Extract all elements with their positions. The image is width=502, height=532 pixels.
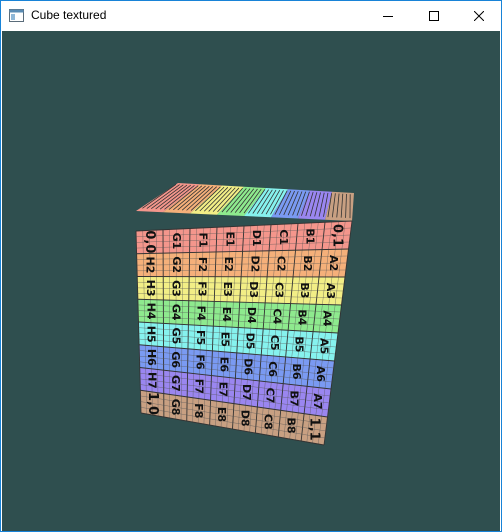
cube-cell-label: D2 (249, 256, 262, 273)
cube-cell-label: C6 (266, 361, 279, 377)
cube-cell-label: B6 (290, 363, 303, 379)
cube-cell-label: D7 (240, 384, 253, 401)
textured-cube[interactable]: 0,0 G1 F1 E1 D1 C1 B1 0,1 H2 G2 F2 E2 D2 C2 B2 A2 H3 G3 F3… (2, 31, 500, 531)
cube-cell-label: H2 (144, 257, 157, 274)
cube-cell-label: C3 (273, 282, 286, 298)
cube-cell-label: D4 (245, 307, 258, 324)
cube-cell-label: D1 (250, 230, 263, 247)
cube-cell-label: H7 (145, 372, 158, 389)
cube-cell-label: E2 (222, 257, 235, 272)
cube-cell-label: C7 (264, 388, 277, 404)
title-bar[interactable]: Cube textured (1, 1, 501, 31)
cube-cell-label: B8 (285, 417, 298, 433)
cube-cell-label: D8 (238, 410, 251, 427)
cube-cell-label: B7 (287, 390, 300, 406)
cube-cell-label: E4 (220, 307, 233, 323)
front-face-grid-line (137, 276, 346, 278)
cube-cell-label: H5 (145, 326, 158, 343)
cube-cell-label: E7 (216, 382, 229, 397)
cube-cell-label: G1 (170, 233, 183, 250)
cube-cell-label: B5 (293, 336, 306, 352)
render-viewport[interactable]: 0,0 G1 F1 E1 D1 C1 B1 0,1 H2 G2 F2 E2 D2 C2 B2 A2 H3 G3 F3… (2, 31, 500, 531)
cube-cell-label: G7 (169, 375, 182, 392)
window-title: Cube textured (31, 8, 107, 22)
cube-cell-label: D3 (247, 281, 260, 298)
cube-cell-label: A6 (314, 366, 327, 383)
cube-cell-label: 1,1 (307, 418, 322, 441)
cube-cell-label: D5 (243, 333, 256, 350)
cube-cell-label: 1,0 (145, 392, 160, 415)
cube-cell-label: 0,1 (329, 224, 344, 247)
cube-cell-label: G3 (170, 280, 183, 297)
cube-cell-label: 0,0 (142, 230, 157, 253)
cube-cell-label: A2 (327, 255, 340, 271)
cube-cell-label: F2 (196, 257, 209, 272)
cube-cell-label: C4 (270, 309, 283, 325)
cube-cell-label: H6 (145, 349, 158, 366)
cube-cell-label: F8 (192, 403, 205, 418)
cube-cell-label: G8 (169, 399, 182, 416)
cube-cell-label: A7 (311, 393, 324, 409)
cube-cell-label: A4 (321, 310, 334, 327)
cube-cell-label: A5 (317, 338, 330, 354)
cube-cell-label: C5 (268, 335, 281, 351)
cube-cell-label: E6 (218, 357, 231, 373)
app-window-icon (9, 9, 24, 22)
cube-cell-label: E3 (221, 282, 234, 297)
cube-cell-label: F1 (197, 233, 210, 248)
cube-cell-label: F6 (193, 354, 206, 370)
cube-cell-label: G5 (169, 328, 182, 345)
cube-cell-label: E8 (215, 407, 228, 422)
cube-cell-label: C2 (275, 256, 288, 272)
close-icon (474, 11, 484, 21)
cube-cell-label: H3 (144, 280, 157, 297)
cube-cell-label: B3 (298, 282, 311, 298)
cube-cell-label: A3 (324, 283, 337, 299)
cube-cell-label: E5 (219, 332, 232, 347)
cube-cell-label: F4 (195, 306, 208, 322)
cube-cell-label: F5 (194, 330, 207, 345)
cube-cell-label: B1 (304, 228, 317, 244)
cube-cell-label: F3 (195, 281, 208, 296)
minimize-icon (383, 16, 393, 17)
cube-cell-label: C1 (277, 229, 290, 245)
cube-cell-label: B2 (301, 255, 314, 271)
close-button[interactable] (456, 1, 502, 31)
cube-cell-label: H4 (144, 303, 157, 320)
minimize-button[interactable] (365, 1, 411, 31)
cube-cell-label: F7 (193, 379, 206, 394)
maximize-icon (429, 11, 439, 21)
cube-cell-label: G4 (170, 304, 183, 321)
cube-cell-label: G2 (170, 256, 183, 273)
cube-cell-label: D6 (242, 358, 255, 375)
cube-front-face: 0,0 G1 F1 E1 D1 C1 B1 0,1 H2 G2 F2 E2 D2 C2 B2 A2 H3 G3 F3… (135, 220, 353, 446)
cube-cell-label: C8 (261, 414, 274, 430)
maximize-button[interactable] (411, 1, 457, 31)
cube-cell-label: E1 (223, 232, 236, 247)
cube-cell-label: G6 (169, 351, 182, 368)
cube-top-face (136, 183, 354, 221)
cube-cell-label: B4 (296, 309, 309, 325)
app-window: Cube textured 0,0 G1 F1 E1 D1 C1 B1 0,1 … (0, 0, 502, 532)
